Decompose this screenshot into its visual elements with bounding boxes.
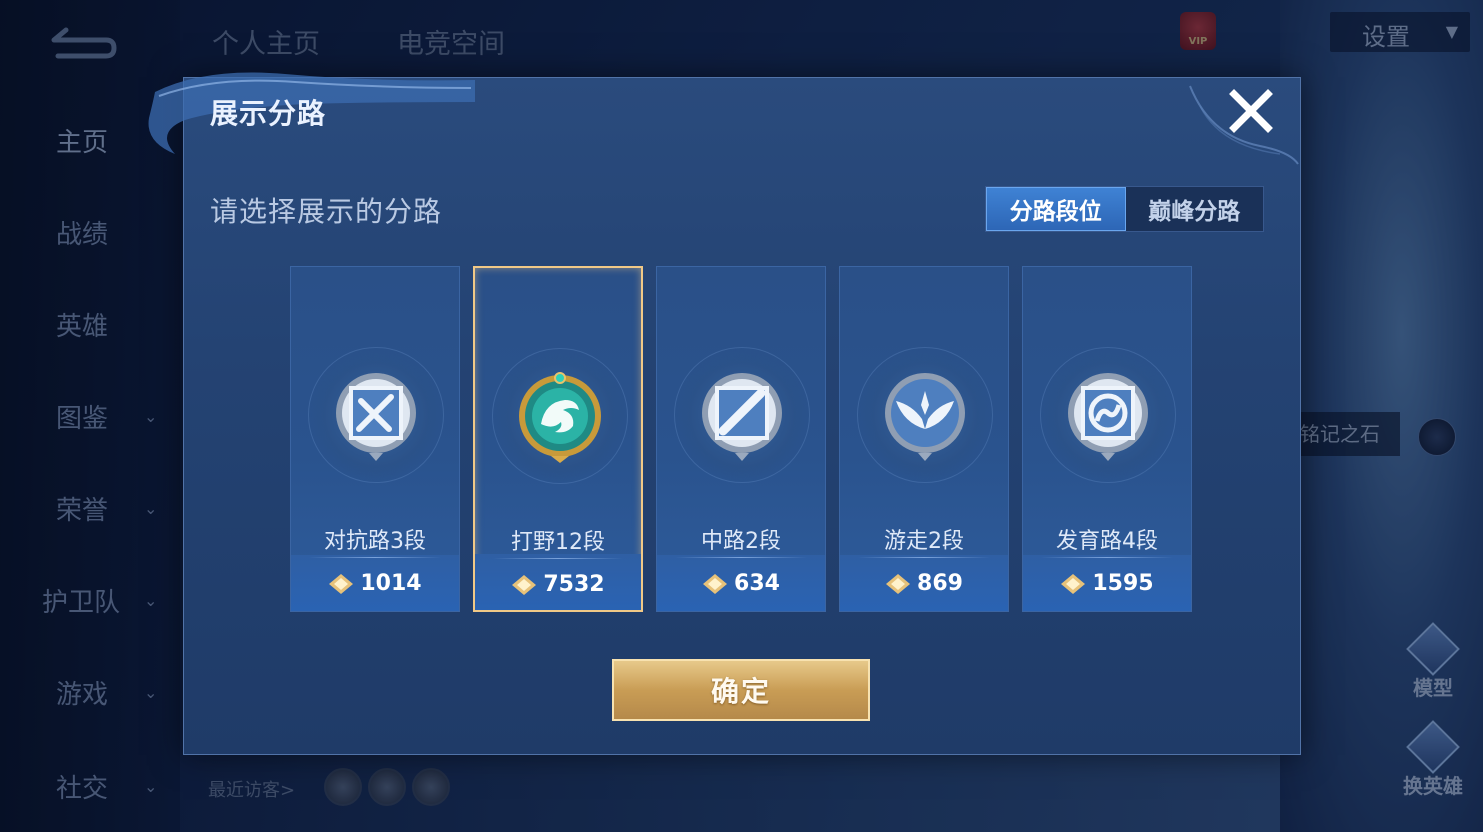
lane-score: 7532 <box>543 572 605 597</box>
lane-score: 1014 <box>360 571 422 596</box>
score-row: 7532 <box>475 572 641 597</box>
divider <box>858 557 990 558</box>
lane-card-roam[interactable]: 游走2段 869 <box>839 266 1009 612</box>
staff-emblem-icon <box>702 373 782 461</box>
divider <box>309 557 441 558</box>
lane-card-farm[interactable]: 发育路4段 1595 <box>1022 266 1192 612</box>
confirm-button[interactable]: 确定 <box>612 659 870 721</box>
score-row: 869 <box>840 571 1008 596</box>
lane-score: 869 <box>917 571 963 596</box>
lane-rank-label: 游走2段 <box>884 529 964 554</box>
lane-card-list: 对抗路3段 1014 打野12段 7532 中路2段 634 游走2段 869 … <box>290 266 1194 612</box>
lane-rank-label: 发育路4段 <box>1056 529 1158 554</box>
confirm-label: 确定 <box>710 675 771 708</box>
lane-card-top[interactable]: 对抗路3段 1014 <box>290 266 460 612</box>
lane-rank-label: 中路2段 <box>701 529 781 554</box>
points-icon <box>886 573 911 594</box>
bow-emblem-icon <box>1068 373 1148 461</box>
lane-score: 634 <box>734 571 780 596</box>
points-icon <box>703 573 728 594</box>
divider <box>493 558 623 559</box>
tab-peak-lane[interactable]: 巅峰分路 <box>1126 187 1264 231</box>
score-row: 1014 <box>291 571 459 596</box>
close-icon <box>1229 89 1273 133</box>
points-icon <box>512 574 537 595</box>
dialog-title: 展示分路 <box>210 97 327 130</box>
lane-rank-label: 对抗路3段 <box>324 529 426 554</box>
wings-emblem-icon <box>885 373 965 461</box>
tab-lane-rank[interactable]: 分路段位 <box>986 187 1126 231</box>
points-icon <box>329 573 354 594</box>
sword-emblem-icon <box>336 373 416 461</box>
divider <box>675 557 807 558</box>
lane-score: 1595 <box>1092 571 1154 596</box>
score-row: 634 <box>657 571 825 596</box>
lane-card-jungle[interactable]: 打野12段 7532 <box>473 266 643 612</box>
lane-mode-toggle: 分路段位 巅峰分路 <box>985 186 1264 232</box>
close-button[interactable] <box>1228 88 1274 134</box>
lane-card-mid[interactable]: 中路2段 634 <box>656 266 826 612</box>
dragon-emblem-icon <box>519 372 601 463</box>
points-icon <box>1061 573 1086 594</box>
score-row: 1595 <box>1023 571 1191 596</box>
lane-rank-label: 打野12段 <box>511 530 605 555</box>
dialog-subtitle: 请选择展示的分路 <box>210 195 443 228</box>
divider <box>1041 557 1173 558</box>
